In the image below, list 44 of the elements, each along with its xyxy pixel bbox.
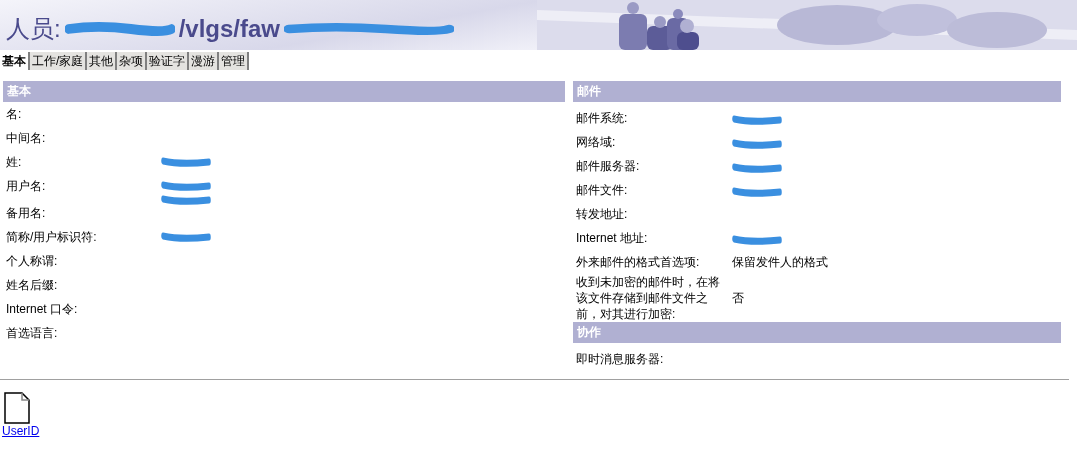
field-label: 首选语言: (6, 325, 59, 341)
redaction-mark (732, 162, 782, 173)
tab[interactable]: 杂项 (117, 52, 148, 70)
attachment-link[interactable]: UserID (2, 424, 40, 438)
field-label: 姓: (6, 154, 23, 170)
tab[interactable]: 其他 (87, 52, 118, 70)
field-label: 邮件服务器: (576, 158, 641, 174)
field-label: 中间名: (6, 130, 47, 146)
section-header: 协作 (573, 322, 1061, 343)
redaction-mark (732, 114, 782, 125)
field-label: 名: (6, 106, 23, 122)
field-label: 备用名: (6, 205, 47, 221)
field-label: 简称/用户标识符: (6, 229, 98, 245)
field-label: 外来邮件的格式首选项: (576, 254, 701, 270)
field-label: 个人称谓: (6, 253, 59, 269)
field-label: 即时消息服务器: (576, 351, 665, 367)
field-label: 邮件文件: (576, 182, 629, 198)
document-icon[interactable] (4, 392, 30, 424)
tab[interactable]: 基本 (0, 52, 30, 70)
field-label: 邮件系统: (576, 110, 629, 126)
section-header: 基本 (3, 81, 565, 102)
redaction-mark (161, 195, 211, 205)
section-header: 邮件 (573, 81, 1061, 102)
field-label: Internet 口令: (6, 301, 79, 317)
field-label: 收到未加密的邮件时，在将该文件存储到邮件文件之前，对其进行加密: (576, 274, 720, 322)
redaction-mark (161, 157, 211, 167)
redaction-mark (732, 234, 782, 245)
tab[interactable]: 漫游 (189, 52, 220, 70)
field-label: 姓名后缀: (6, 277, 59, 293)
field-value: 保留发件人的格式 (732, 254, 828, 270)
redaction-mark (161, 181, 211, 191)
field-label: 转发地址: (576, 206, 629, 222)
field-value: 否 (732, 290, 744, 306)
field-label: Internet 地址: (576, 230, 649, 246)
tab[interactable]: 工作/家庭 (30, 52, 88, 70)
page-title: 人员: (6, 14, 61, 44)
field-label: 网络域: (576, 134, 617, 150)
field-label: 用户名: (6, 178, 47, 194)
redaction-mark (732, 138, 782, 149)
redaction-mark (732, 186, 782, 197)
tab[interactable]: 管理 (219, 52, 250, 70)
page-title-fragment: /vlgs/faw (178, 15, 281, 43)
tab[interactable]: 验证字 (147, 52, 190, 70)
redaction-mark (161, 232, 211, 242)
